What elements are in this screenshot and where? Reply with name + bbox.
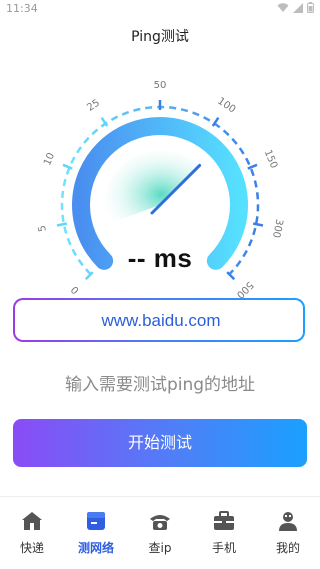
toolbox-icon bbox=[214, 511, 234, 530]
battery-icon bbox=[307, 2, 314, 13]
status-bar: 11:34 bbox=[0, 0, 320, 18]
box-icon bbox=[87, 512, 105, 530]
input-hint: 输入需要测试ping的地址 bbox=[64, 375, 256, 395]
signal-icon bbox=[293, 2, 303, 13]
gauge-tick-label: 300 bbox=[270, 218, 285, 239]
ping-value: -- ms bbox=[127, 243, 193, 273]
tab-mine[interactable]: 我的 bbox=[256, 497, 320, 569]
tab-label: 手机 bbox=[211, 541, 236, 555]
url-input[interactable] bbox=[15, 300, 307, 342]
gauge-tick-label: 100 bbox=[215, 96, 237, 116]
status-time: 11:34 bbox=[6, 2, 38, 15]
tab-express[interactable]: 快递 bbox=[0, 497, 64, 569]
status-icons bbox=[277, 2, 314, 13]
wifi-icon bbox=[277, 2, 289, 12]
tab-label: 快递 bbox=[19, 541, 44, 555]
tab-label: 测网络 bbox=[77, 541, 114, 555]
phone-icon bbox=[150, 515, 170, 530]
page-title: Ping测试 bbox=[131, 29, 189, 45]
bottom-tab-bar: 快递 测网络 查ip 手机 我的 bbox=[0, 496, 320, 569]
user-icon bbox=[279, 512, 297, 531]
gauge-tick bbox=[62, 163, 73, 170]
home-icon bbox=[22, 512, 42, 530]
tab-label: 我的 bbox=[275, 541, 300, 555]
gauge-tick-label: 25 bbox=[85, 98, 102, 114]
gauge-tick-label: 10 bbox=[42, 151, 57, 167]
tab-ip[interactable]: 查ip bbox=[128, 497, 192, 569]
url-input-box[interactable] bbox=[13, 298, 307, 342]
gauge-tick bbox=[56, 222, 68, 227]
gauge-tick-label: 150 bbox=[262, 148, 279, 170]
start-test-button[interactable]: 开始测试 bbox=[13, 419, 307, 467]
tab-label: 查ip bbox=[148, 541, 172, 555]
tab-network[interactable]: 测网络 bbox=[64, 497, 128, 569]
gauge-tick-label: 50 bbox=[154, 80, 167, 91]
gauge-tick-label: 500 bbox=[234, 279, 255, 300]
gauge-tick bbox=[252, 222, 264, 227]
gauge-tick bbox=[247, 163, 258, 170]
gauge-tick-label: 0 bbox=[69, 283, 81, 295]
tab-phone[interactable]: 手机 bbox=[192, 497, 256, 569]
gauge-tick-label: 5 bbox=[37, 224, 49, 232]
